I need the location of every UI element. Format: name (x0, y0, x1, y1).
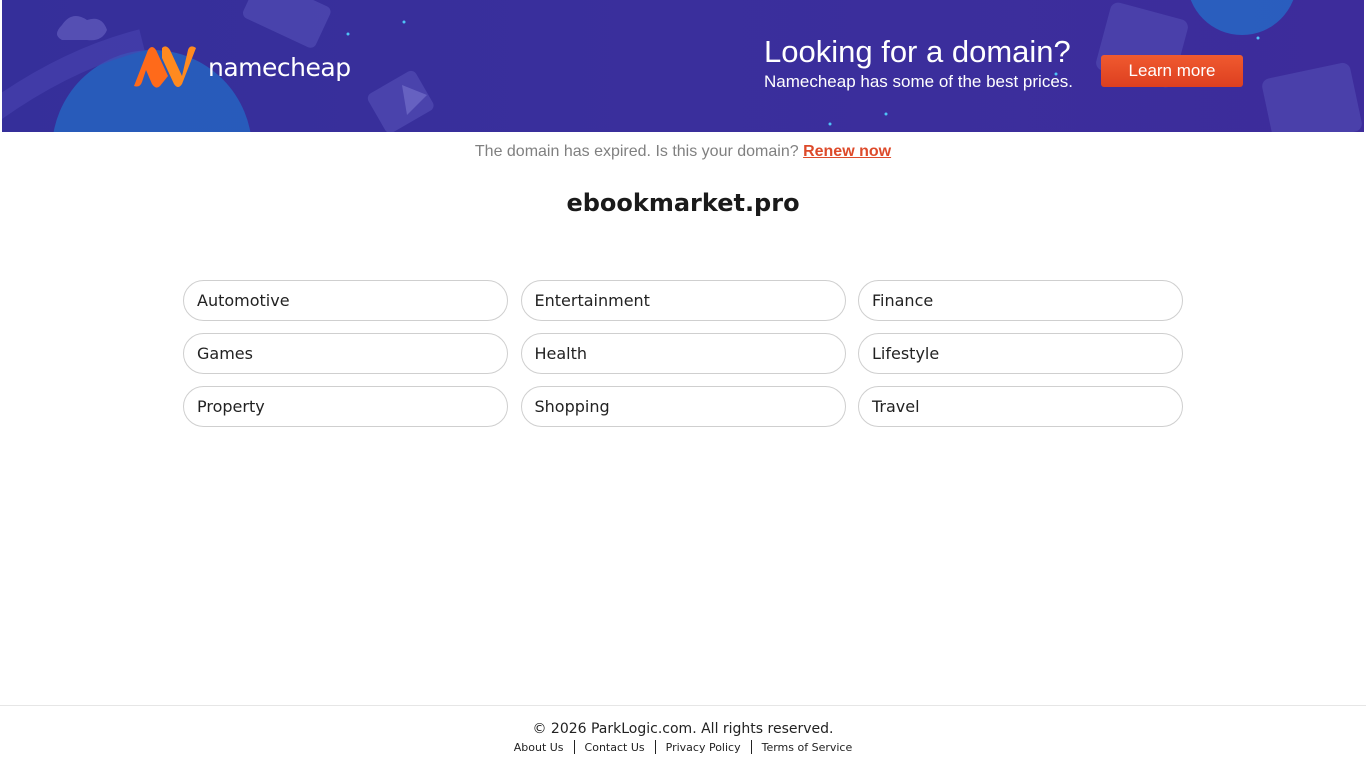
category-grid: Automotive Entertainment Finance Games H… (183, 280, 1183, 427)
category-automotive[interactable]: Automotive (183, 280, 508, 321)
footer: © 2026 ParkLogic.com. All rights reserve… (0, 705, 1366, 768)
expired-notice-text: The domain has expired. Is this your dom… (474, 143, 799, 160)
promo-subline: Namecheap has some of the best prices. (764, 72, 1073, 91)
expired-notice: The domain has expired. Is this your dom… (0, 143, 1366, 161)
promo-headline: Looking for a domain? (764, 34, 1071, 69)
namecheap-logo[interactable]: namecheap (130, 46, 351, 88)
category-health[interactable]: Health (520, 333, 846, 374)
promo-text: Looking for a domain? Namecheap has some… (764, 34, 1073, 92)
category-games[interactable]: Games (183, 333, 508, 374)
namecheap-logo-icon (134, 46, 196, 88)
category-property[interactable]: Property (183, 386, 508, 427)
category-travel[interactable]: Travel (858, 386, 1183, 427)
brand-name: namecheap (208, 52, 351, 82)
about-us-link[interactable]: About Us (504, 741, 574, 754)
privacy-policy-link[interactable]: Privacy Policy (656, 741, 751, 754)
category-lifestyle[interactable]: Lifestyle (858, 333, 1183, 374)
category-shopping[interactable]: Shopping (520, 386, 846, 427)
copyright-text: © 2026 ParkLogic.com. All rights reserve… (532, 721, 834, 737)
learn-more-button[interactable]: Learn more (1101, 55, 1243, 87)
terms-of-service-link[interactable]: Terms of Service (752, 741, 863, 754)
contact-us-link[interactable]: Contact Us (575, 741, 655, 754)
domain-title: ebookmarket.pro (566, 189, 800, 217)
category-entertainment[interactable]: Entertainment (520, 280, 846, 321)
footer-links: About Us Contact Us Privacy Policy Terms… (0, 740, 1366, 754)
renew-now-link[interactable]: Renew now (803, 143, 891, 160)
promo-banner[interactable]: namecheap Looking for a domain? Namechea… (2, 0, 1364, 132)
category-finance[interactable]: Finance (858, 280, 1183, 321)
